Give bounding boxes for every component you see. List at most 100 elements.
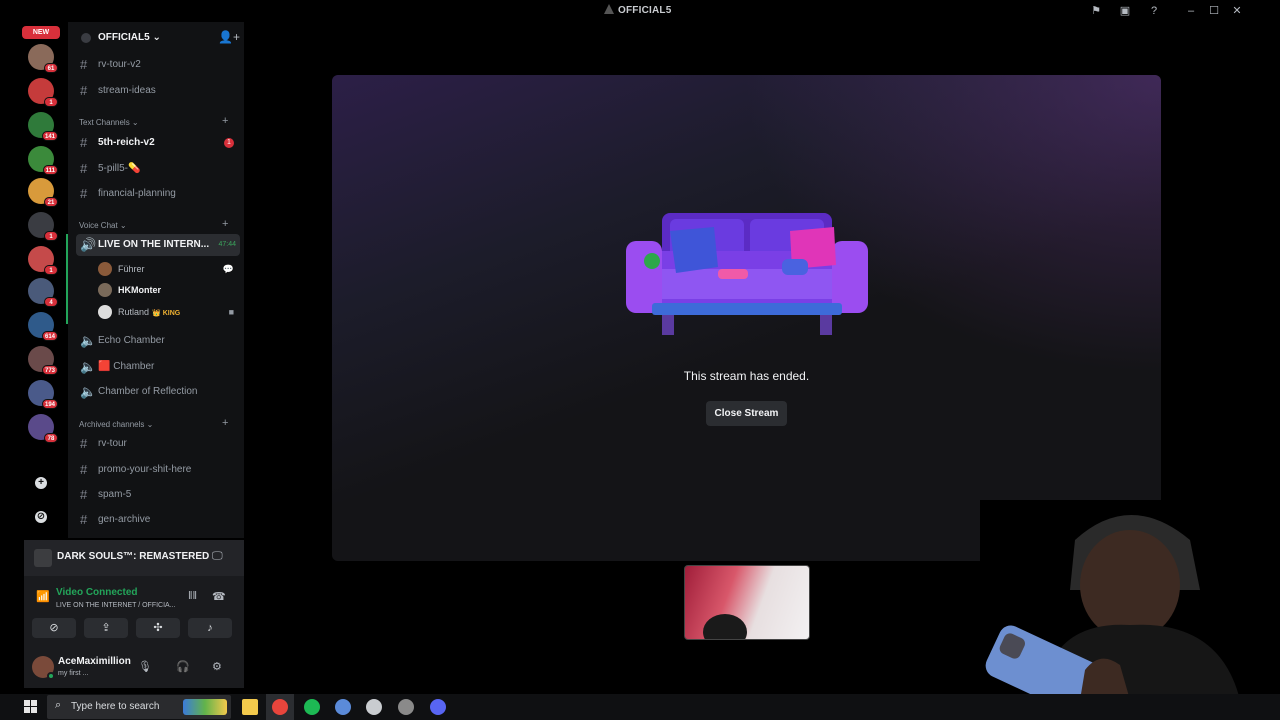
channel-financial-planning[interactable]: # financial-planning	[76, 183, 240, 205]
mention-badge: 194	[41, 399, 58, 409]
share-screen-button[interactable]: ⇪	[84, 618, 128, 638]
server-icon[interactable]: 1	[28, 212, 58, 241]
voice-member[interactable]: Rutland 👑 KING ■	[98, 302, 238, 322]
category-archived-channels[interactable]: Archived channels ⌄	[79, 420, 153, 429]
video-camera-icon: ■	[228, 307, 234, 317]
files-icon[interactable]	[242, 699, 258, 715]
app2-icon[interactable]	[366, 699, 382, 715]
window-title: OFFICIAL5	[604, 4, 671, 16]
channel-rv-tour-v2[interactable]: # rv-tour-v2	[76, 54, 240, 76]
username[interactable]: AceMaximillion	[58, 656, 131, 667]
server-rail: NEW 61 1 141 111 21 1 1 4 614 773 194 78 + ⊘	[22, 16, 62, 536]
hash-icon: #	[80, 512, 88, 527]
server-icon	[604, 4, 614, 14]
voice-channel-echo-chamber[interactable]: 🔈 Echo Chamber	[76, 330, 240, 352]
search-highlight-image	[183, 699, 227, 715]
spotify-icon[interactable]	[304, 699, 320, 715]
server-icon[interactable]: 141	[28, 112, 58, 141]
windows-taskbar: ⌕ Type here to search	[0, 694, 1280, 720]
inbox-icon[interactable]: ▣	[1117, 3, 1133, 19]
add-voice-channel-icon[interactable]: +	[222, 218, 228, 230]
mention-badge: 78	[44, 433, 58, 443]
minimize-icon[interactable]: –	[1183, 3, 1199, 19]
speaker-icon: 🔈	[80, 333, 97, 348]
server-icon[interactable]: 1	[28, 246, 58, 275]
server-icon[interactable]: 4	[28, 278, 58, 307]
hash-icon: #	[80, 487, 88, 502]
couch-illustration	[626, 213, 868, 335]
voice-channel-live[interactable]: 🔊 LIVE ON THE INTERN... 47:44	[76, 234, 240, 256]
disconnect-icon[interactable]: ☎	[212, 590, 226, 603]
channel-promo[interactable]: # promo-your-shit-here	[76, 459, 240, 481]
maximize-icon[interactable]: ☐	[1206, 3, 1222, 19]
server-icon[interactable]: 1	[28, 78, 58, 107]
headphones-icon[interactable]: 🎧	[176, 660, 190, 673]
mention-badge: 21	[44, 197, 58, 207]
server-name: OFFICIAL5	[98, 32, 150, 43]
preview-person	[703, 614, 747, 639]
hash-icon: #	[80, 161, 88, 176]
add-channel-icon[interactable]: +	[222, 115, 228, 127]
hash-icon: #	[80, 186, 88, 201]
voice-location[interactable]: LIVE ON THE INTERNET / OFFICIA...	[56, 602, 176, 609]
channel-spam-5[interactable]: # spam-5	[76, 484, 240, 506]
role-tag: 👑 KING	[152, 310, 181, 317]
server-icon[interactable]: 21	[28, 178, 58, 207]
activity-bar[interactable]: DARK SOULS™: REMASTERED 🖵	[24, 540, 244, 576]
server-icon[interactable]: 773	[28, 346, 58, 375]
title-bar: OFFICIAL5 ⚑ ▣ ? – ☐ ✕	[0, 0, 1280, 22]
voice-status-title[interactable]: Video Connected	[56, 587, 138, 598]
help-icon[interactable]: ?	[1146, 3, 1162, 19]
stream-viewer: This stream has ended. Close Stream	[332, 75, 1161, 561]
add-archived-channel-icon[interactable]: +	[222, 417, 228, 429]
channel-rv-tour[interactable]: # rv-tour	[76, 433, 240, 455]
voice-channel-chamber-of-reflection[interactable]: 🔈 Chamber of Reflection	[76, 381, 240, 403]
channel-sidebar: OFFICIAL5 ⌄ 👤+ # rv-tour-v2 # stream-ideas…	[68, 22, 244, 538]
server-icon[interactable]: 61	[28, 44, 58, 73]
camera-off-button[interactable]: ⊘	[32, 618, 76, 638]
server-boost-icon	[81, 33, 91, 43]
channel-5-pill5[interactable]: #5-pill5-💊	[76, 158, 240, 180]
voice-member[interactable]: Führer 💬	[98, 259, 238, 279]
app-icon[interactable]	[335, 699, 351, 715]
voice-connection-indicator	[66, 234, 68, 324]
noise-suppression-icon[interactable]: ‖‖	[188, 590, 197, 602]
server-icon[interactable]: 194	[28, 380, 58, 409]
voice-member[interactable]: HKMonter	[98, 280, 238, 300]
soundboard-button[interactable]: ♪	[188, 618, 232, 638]
chrome-icon[interactable]	[272, 699, 288, 715]
server-header[interactable]: OFFICIAL5 ⌄ 👤+	[68, 28, 244, 48]
voice-controls: ⊘ ⇪ ✣ ♪	[30, 618, 238, 640]
server-icon[interactable]: 614	[28, 312, 58, 341]
flag-icon[interactable]: ⚑	[1088, 3, 1104, 19]
settings-gear-icon[interactable]: ⚙	[212, 660, 222, 673]
microphone-icon[interactable]: 🎙	[138, 660, 152, 673]
taskbar-search[interactable]: ⌕ Type here to search	[47, 695, 231, 719]
close-stream-button[interactable]: Close Stream	[706, 401, 787, 426]
invite-icon[interactable]: 👤+	[218, 30, 240, 44]
voice-channel-chamber[interactable]: 🔈 🟥 Chamber	[76, 356, 240, 378]
category-text-channels[interactable]: Text Channels ⌄	[79, 118, 139, 127]
add-server-icon[interactable]: +	[35, 477, 47, 489]
server-icon[interactable]: 111	[28, 146, 58, 175]
user-info: AceMaximillion my first ... 🎙 🎧 ⚙	[24, 652, 244, 686]
mention-badge: 141	[41, 131, 58, 141]
category-voice-chat[interactable]: Voice Chat ⌄	[79, 221, 127, 230]
channel-stream-ideas[interactable]: # stream-ideas	[76, 80, 240, 102]
windows-start-icon[interactable]	[24, 700, 38, 714]
channel-5th-reich-v2[interactable]: #5th-reich-v2 1	[76, 132, 240, 154]
new-badge[interactable]: NEW	[22, 26, 60, 39]
screen-share-icon[interactable]: 🖵	[212, 550, 223, 563]
mention-badge: 1	[44, 265, 58, 275]
close-icon[interactable]: ✕	[1229, 3, 1245, 19]
explore-icon[interactable]: ⊘	[35, 511, 47, 523]
mention-badge: 111	[42, 165, 58, 175]
discord-icon[interactable]	[430, 699, 446, 715]
game-icon[interactable]	[398, 699, 414, 715]
search-icon: ⌕	[55, 699, 62, 711]
channel-gen-archive[interactable]: # gen-archive	[76, 509, 240, 531]
activities-button[interactable]: ✣	[136, 618, 180, 638]
camera-preview[interactable]	[684, 565, 810, 640]
mention-badge: 773	[41, 365, 58, 375]
server-icon[interactable]: 78	[28, 414, 58, 443]
